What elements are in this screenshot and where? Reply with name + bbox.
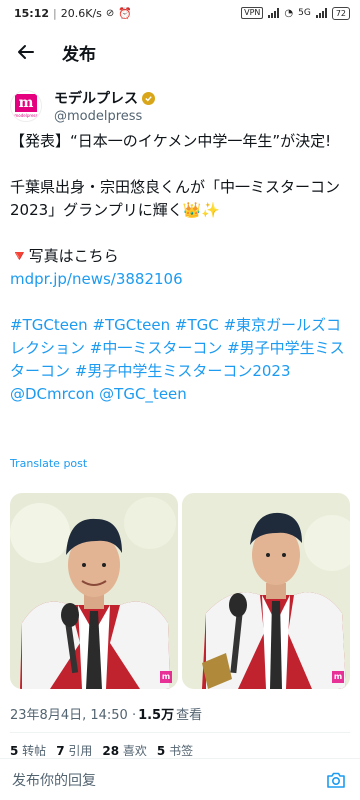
likes-label: 喜欢: [119, 744, 147, 756]
tweet-meta: 23年8月4日, 14:50 · 1.5万 查看: [10, 704, 202, 723]
photo-2[interactable]: m: [182, 493, 350, 689]
tweet-link[interactable]: mdpr.jp/news/3882106: [10, 268, 355, 291]
tweet-text: 【発表】“日本一のイケメン中学一年生”が決定! 千葉県出身・宗田悠良くんが「中一…: [10, 130, 355, 406]
author-name[interactable]: モデルプレス: [54, 88, 138, 108]
bookmarks-stat[interactable]: 5 书签: [157, 742, 193, 756]
reply-input[interactable]: 发布你的回复: [12, 770, 96, 790]
network-label: 5G: [298, 8, 311, 18]
quotes-stat[interactable]: 7 引用: [56, 742, 92, 756]
tweet-views-label: 查看: [176, 708, 203, 723]
wifi-icon: ◔: [284, 7, 294, 19]
quotes-label: 引用: [64, 744, 93, 756]
bookmarks-count: 5: [156, 744, 166, 756]
photo-1[interactable]: m: [10, 493, 178, 689]
signal-icon: [268, 8, 280, 18]
tweet-views-count: 1.5万: [138, 708, 175, 723]
photo-1-image: [10, 493, 178, 689]
tweet-author: m modelpress モデルプレス @modelpress: [10, 84, 350, 128]
status-time: 15:12: [14, 6, 50, 20]
top-app-bar: 发布: [0, 30, 360, 74]
translate-post-link[interactable]: Translate post: [10, 457, 87, 470]
verified-badge-icon: [142, 91, 155, 105]
status-bar: 15:12 | 20.6K/s ⊘ ⏰ VPN ◔ 5G 72: [0, 0, 360, 26]
camera-button[interactable]: [324, 768, 348, 792]
likes-count: 28: [102, 744, 120, 756]
photo-2-image: [182, 493, 350, 689]
vpn-badge: VPN: [241, 7, 264, 19]
watermark-logo-2: m: [332, 671, 344, 683]
tweet-line-announcement: 【発表】“日本一のイケメン中学一年生”が決定!: [10, 132, 332, 150]
reposts-label: 转帖: [18, 744, 47, 756]
avatar-logo-sub: modelpress: [14, 113, 38, 118]
tweet-photo-label: 🔻写真はこちら: [10, 247, 119, 265]
avatar[interactable]: m modelpress: [10, 90, 42, 122]
tweet-line-winner: 千葉県出身・宗田悠良くんが「中一ミスターコン2023」グランプリに輝く👑✨: [10, 178, 341, 219]
bookmarks-label: 书签: [165, 744, 194, 756]
author-handle[interactable]: @modelpress: [54, 109, 155, 124]
signal-icon-2: [315, 8, 327, 18]
camera-icon: [327, 772, 345, 788]
status-speed: 20.6K/s: [60, 6, 102, 20]
back-button[interactable]: [4, 30, 48, 74]
tweet-media: m m: [10, 493, 350, 689]
watermark-logo: m: [160, 671, 172, 683]
reposts-stat[interactable]: 5 转帖: [10, 742, 46, 756]
tweet-hashtags[interactable]: #TGCteen #TGCteen #TGC #東京ガールズコレクション #中一…: [10, 314, 355, 406]
likes-stat[interactable]: 28 喜欢: [102, 742, 147, 756]
avatar-logo: m: [15, 94, 37, 112]
battery-indicator: 72: [331, 6, 350, 20]
arrow-left-icon: [18, 45, 34, 59]
reply-composer: 发布你的回复: [0, 758, 360, 800]
divider: [10, 732, 350, 733]
alarm-icon: ⏰: [118, 6, 132, 20]
tweet-stats: 5 转帖 7 引用 28 喜欢 5 书签: [10, 742, 193, 756]
page-title: 发布: [62, 44, 96, 65]
quotes-count: 7: [56, 744, 65, 756]
mute-icon: ⊘: [105, 7, 115, 19]
tweet-datetime: 23年8月4日, 14:50 ·: [10, 708, 137, 723]
